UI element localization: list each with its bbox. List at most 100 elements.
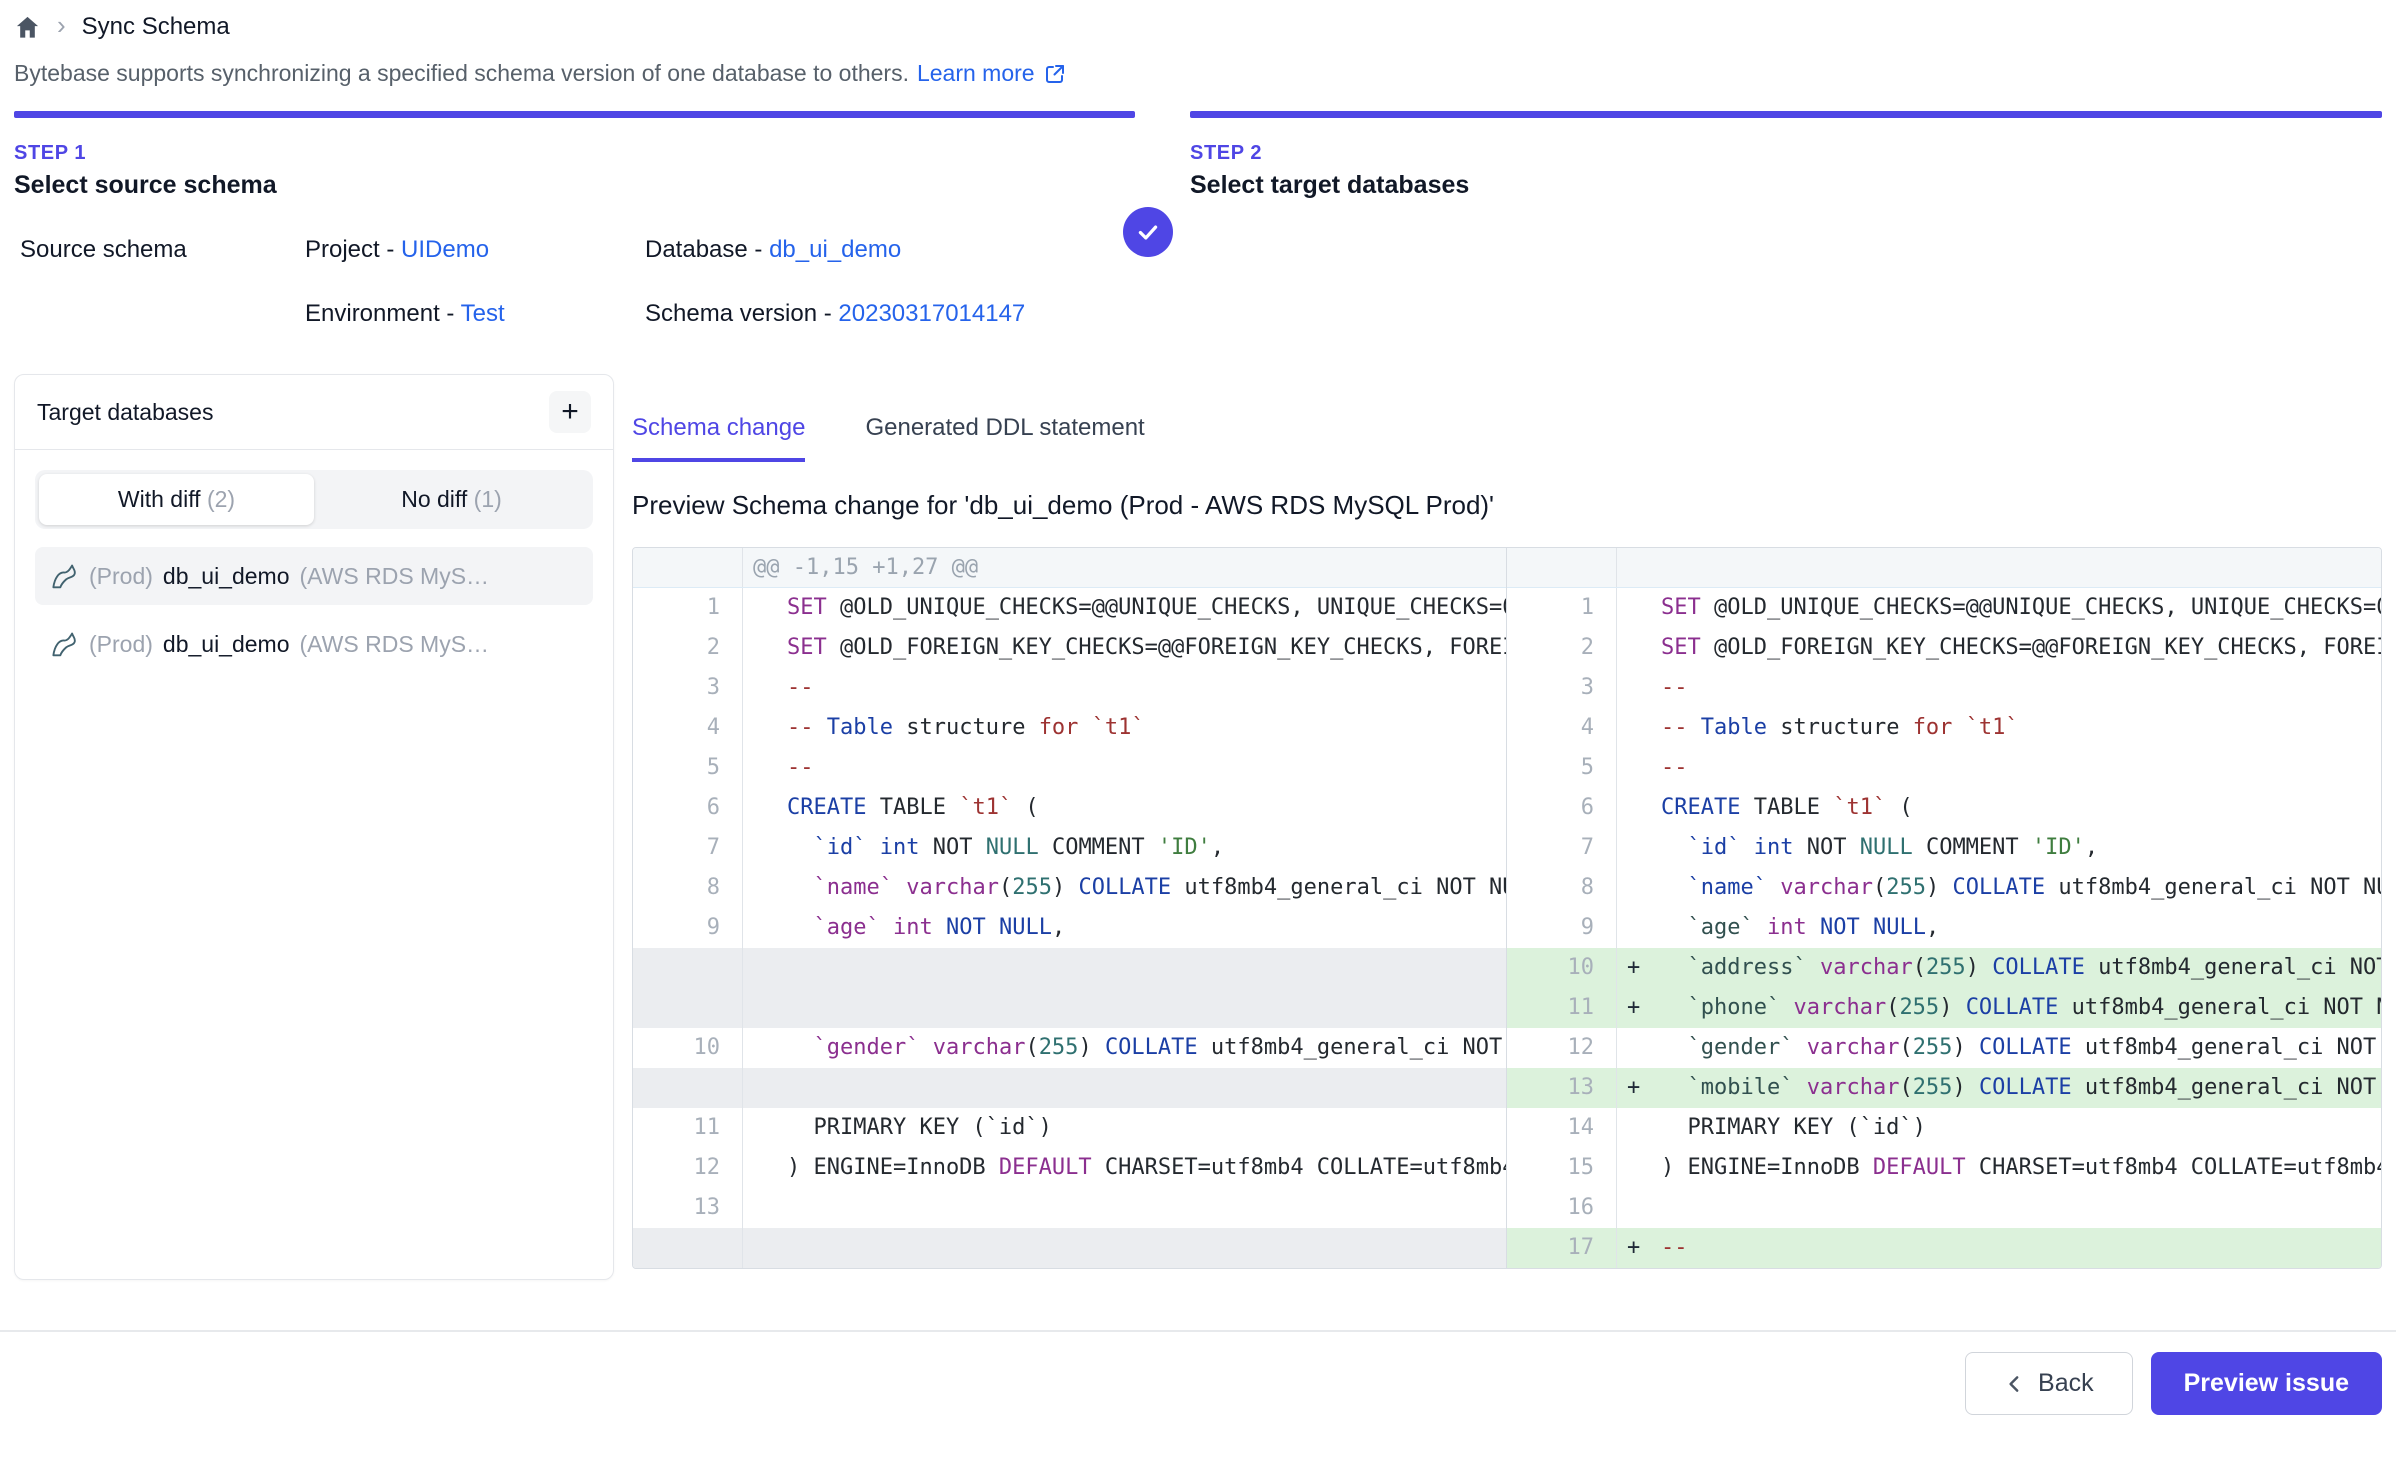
preview-tabs: Schema change Generated DDL statement bbox=[632, 414, 2382, 462]
filter-tab-count: (2) bbox=[207, 486, 235, 512]
source-field-link[interactable]: UIDemo bbox=[401, 236, 489, 263]
diff-marker: + bbox=[1627, 1068, 1661, 1108]
step-1: STEP 1 Select source schema bbox=[14, 111, 1135, 200]
diff-line-number: 17 bbox=[1507, 1228, 1617, 1268]
step-2-progress-bar bbox=[1190, 111, 2382, 118]
tab-schema-change[interactable]: Schema change bbox=[632, 414, 805, 462]
diff-line-number: 4 bbox=[1507, 708, 1617, 748]
diff-code-line: + `mobile` varchar(255) COLLATE utf8mb4_… bbox=[1617, 1068, 2381, 1108]
diff-code-line bbox=[743, 1228, 1506, 1268]
intro-text-row: Bytebase supports synchronizing a specif… bbox=[14, 60, 2382, 87]
diff-row: 10 `gender` varchar(255) COLLATE utf8mb4… bbox=[633, 1028, 1506, 1068]
diff-row: 3-- bbox=[1507, 668, 2381, 708]
diff-line-number: 7 bbox=[633, 828, 743, 868]
diff-row: 6CREATE TABLE `t1` ( bbox=[633, 788, 1506, 828]
step-1-label: STEP 1 bbox=[14, 142, 1135, 165]
diff-line-number: 11 bbox=[633, 1108, 743, 1148]
panel-divider bbox=[15, 449, 613, 450]
diff-row: 2SET @OLD_FOREIGN_KEY_CHECKS=@@FOREIGN_K… bbox=[1507, 628, 2381, 668]
learn-more-link[interactable]: Learn more bbox=[917, 60, 1067, 87]
breadcrumb: › Sync Schema bbox=[14, 10, 2382, 44]
diff-line-number: 3 bbox=[633, 668, 743, 708]
preview-issue-button[interactable]: Preview issue bbox=[2151, 1352, 2382, 1415]
source-field-project: Project - UIDemo bbox=[305, 236, 645, 264]
add-target-database-button[interactable]: + bbox=[549, 391, 591, 433]
diff-line-number: 13 bbox=[633, 1188, 743, 1228]
diff-code-line bbox=[743, 948, 1506, 988]
target-database-item[interactable]: (Prod) db_ui_demo (AWS RDS MyS… bbox=[35, 615, 593, 673]
diff-row: 14 PRIMARY KEY (`id`) bbox=[1507, 1108, 2381, 1148]
diff-row: 6CREATE TABLE `t1` ( bbox=[1507, 788, 2381, 828]
step-1-progress-bar bbox=[14, 111, 1135, 118]
diff-code-line: + `phone` varchar(255) COLLATE utf8mb4_g… bbox=[1617, 988, 2381, 1028]
diff-code-line: `name` varchar(255) COLLATE utf8mb4_gene… bbox=[1617, 868, 2381, 908]
diff-code-line: CREATE TABLE `t1` ( bbox=[743, 788, 1506, 828]
preview-column: Schema change Generated DDL statement Pre… bbox=[632, 374, 2382, 1269]
tab-generated-ddl-statement[interactable]: Generated DDL statement bbox=[865, 414, 1144, 462]
chevron-right-icon: › bbox=[57, 12, 66, 42]
diff-code-line: CREATE TABLE `t1` ( bbox=[1617, 788, 2381, 828]
step-2-label: STEP 2 bbox=[1190, 142, 2382, 165]
diff-line-number: 8 bbox=[633, 868, 743, 908]
diff-row: 8 `name` varchar(255) COLLATE utf8mb4_ge… bbox=[1507, 868, 2381, 908]
diff-line-number bbox=[633, 1228, 743, 1268]
diff-line-number: 3 bbox=[1507, 668, 1617, 708]
step-2-title: Select target databases bbox=[1190, 171, 2382, 200]
mysql-icon bbox=[49, 561, 79, 591]
diff-code-line: SET @OLD_UNIQUE_CHECKS=@@UNIQUE_CHECKS, … bbox=[1617, 588, 2381, 628]
diff-code-line: `gender` varchar(255) COLLATE utf8mb4_ge… bbox=[743, 1028, 1506, 1068]
home-icon[interactable] bbox=[14, 14, 41, 41]
diff-row: 17+-- bbox=[1507, 1228, 2381, 1268]
diff-pane-source: @@ -1,15 +1,27 @@1SET @OLD_UNIQUE_CHECKS… bbox=[633, 548, 1507, 1268]
diff-code-line: SET @OLD_UNIQUE_CHECKS=@@UNIQUE_CHECKS, … bbox=[743, 588, 1506, 628]
source-schema-label: Source schema bbox=[14, 236, 305, 328]
diff-row bbox=[633, 988, 1506, 1028]
breadcrumb-current: Sync Schema bbox=[82, 13, 230, 41]
target-database-item[interactable]: (Prod) db_ui_demo (AWS RDS MyS… bbox=[35, 547, 593, 605]
diff-row: 7 `id` int NOT NULL COMMENT 'ID', bbox=[1507, 828, 2381, 868]
diff-row bbox=[633, 1068, 1506, 1108]
diff-pane-target: 1SET @OLD_UNIQUE_CHECKS=@@UNIQUE_CHECKS,… bbox=[1507, 548, 2381, 1268]
diff-line-number: 16 bbox=[1507, 1188, 1617, 1228]
diff-row: 16 bbox=[1507, 1188, 2381, 1228]
diff-code-line: PRIMARY KEY (`id`) bbox=[743, 1108, 1506, 1148]
source-field-schema-version: Schema version - 20230317014147 bbox=[645, 300, 1025, 328]
diff-line-number: 2 bbox=[1507, 628, 1617, 668]
diff-marker: + bbox=[1627, 988, 1661, 1028]
step-2: STEP 2 Select target databases bbox=[1190, 111, 2382, 200]
diff-code-line: ) ENGINE=InnoDB DEFAULT CHARSET=utf8mb4 … bbox=[743, 1148, 1506, 1188]
diff-row: 2SET @OLD_FOREIGN_KEY_CHECKS=@@FOREIGN_K… bbox=[633, 628, 1506, 668]
source-field-link[interactable]: Test bbox=[461, 300, 505, 327]
diff-line-number: 11 bbox=[1507, 988, 1617, 1028]
diff-code-line: `age` int NOT NULL, bbox=[1617, 908, 2381, 948]
diff-row: 13 bbox=[633, 1188, 1506, 1228]
source-field-link[interactable]: db_ui_demo bbox=[769, 236, 901, 263]
diff-line-number: 6 bbox=[1507, 788, 1617, 828]
filter-tab-no-diff[interactable]: No diff (1) bbox=[314, 474, 589, 525]
filter-tab-with-diff[interactable]: With diff (2) bbox=[39, 474, 314, 525]
diff-line-number: 5 bbox=[1507, 748, 1617, 788]
diff-filter-tabs: With diff (2)No diff (1) bbox=[35, 470, 593, 529]
back-button[interactable]: Back bbox=[1965, 1352, 2133, 1415]
source-field-database: Database - db_ui_demo bbox=[645, 236, 1025, 264]
intro-text: Bytebase supports synchronizing a specif… bbox=[14, 60, 909, 87]
diff-code-line bbox=[743, 1068, 1506, 1108]
diff-line-number: 9 bbox=[633, 908, 743, 948]
diff-row: 1SET @OLD_UNIQUE_CHECKS=@@UNIQUE_CHECKS,… bbox=[633, 588, 1506, 628]
step-1-check-icon bbox=[1123, 207, 1173, 257]
diff-row: 8 `name` varchar(255) COLLATE utf8mb4_ge… bbox=[633, 868, 1506, 908]
diff-line-number: 10 bbox=[1507, 948, 1617, 988]
diff-row: 13+ `mobile` varchar(255) COLLATE utf8mb… bbox=[1507, 1068, 2381, 1108]
diff-line-number: 8 bbox=[1507, 868, 1617, 908]
diff-row: 4-- Table structure for `t1` bbox=[633, 708, 1506, 748]
filter-tab-label: No diff bbox=[401, 486, 473, 512]
preview-title: Preview Schema change for 'db_ui_demo (P… bbox=[632, 490, 2382, 521]
source-field-link[interactable]: 20230317014147 bbox=[838, 300, 1025, 327]
diff-line-number: 1 bbox=[1507, 588, 1617, 628]
external-link-icon bbox=[1043, 62, 1067, 86]
diff-code-line: SET @OLD_FOREIGN_KEY_CHECKS=@@FOREIGN_KE… bbox=[1617, 628, 2381, 668]
diff-row: 15) ENGINE=InnoDB DEFAULT CHARSET=utf8mb… bbox=[1507, 1148, 2381, 1188]
diff-line-number bbox=[633, 988, 743, 1028]
diff-code-line: `age` int NOT NULL, bbox=[743, 908, 1506, 948]
diff-line-number bbox=[1507, 548, 1617, 587]
